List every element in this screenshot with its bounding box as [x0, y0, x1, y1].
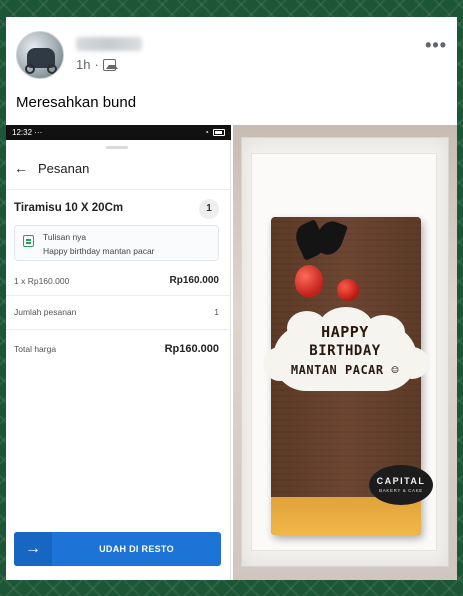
status-bar: 12:32 ··· ◔ — [6, 125, 231, 140]
chocolate-plaque: HAPPY BIRTHDAY MANTAN PACAR ☺ — [259, 307, 431, 397]
wifi-icon: ◔ — [204, 128, 209, 137]
photo-icon — [102, 58, 118, 71]
count-row: Jumlah pesanan 1 — [14, 307, 219, 317]
price-row: 1 x Rp160.000 Rp160.000 — [14, 275, 219, 286]
note-text: Happy birthday mantan pacar — [43, 246, 155, 256]
app-bar-title: Pesanan — [38, 160, 90, 176]
arrived-button[interactable]: → UDAH DI RESTO — [14, 532, 221, 566]
more-options-icon[interactable]: ••• — [425, 35, 447, 56]
price-value: Rp160.000 — [169, 275, 219, 286]
avatar-wheel — [25, 64, 35, 74]
status-time: 12:32 ··· — [12, 128, 43, 137]
plaque-line-3: MANTAN PACAR ☺ — [290, 363, 400, 377]
quantity-badge: 1 — [199, 199, 219, 219]
arrow-right-icon: → — [14, 532, 52, 566]
divider — [6, 189, 231, 190]
post-time[interactable]: 1h — [76, 57, 90, 72]
chocolate-decoration — [291, 217, 351, 261]
count-value: 1 — [214, 307, 219, 317]
app-bar: ← Pesanan — [14, 160, 89, 176]
post-card: 1h · ••• Meresahkan bund 12:32 ··· ◔ ← P… — [6, 17, 457, 580]
status-icons: ◔ — [204, 128, 225, 137]
strawberry — [295, 265, 323, 297]
note-icon — [23, 235, 34, 247]
strawberry — [337, 279, 359, 301]
item-title: Tiramisu 10 X 20Cm — [14, 202, 124, 214]
battery-icon — [213, 129, 225, 136]
count-label: Jumlah pesanan — [14, 307, 77, 317]
note-title: Tulisan nya — [43, 232, 87, 242]
price-label: 1 x Rp160.000 — [14, 275, 70, 286]
arrived-button-label: UDAH DI RESTO — [99, 544, 174, 554]
sheet-handle — [106, 146, 128, 149]
post-meta: 1h · — [76, 57, 118, 72]
total-label: Total harga — [14, 344, 57, 354]
cake-photo[interactable]: HAPPY BIRTHDAY MANTAN PACAR ☺ CAPITAL BA… — [233, 125, 457, 580]
post-header: 1h · ••• — [16, 31, 447, 81]
blurred-username[interactable] — [76, 37, 142, 51]
note-box: Tulisan nya Happy birthday mantan pacar — [14, 225, 219, 261]
meta-separator: · — [94, 57, 99, 72]
avatar-wheel — [47, 64, 57, 74]
back-arrow-icon: ← — [14, 160, 28, 176]
plaque-line-2: BIRTHDAY — [309, 343, 381, 359]
order-screenshot[interactable]: 12:32 ··· ◔ ← Pesanan Tiramisu 10 X 20Cm… — [6, 125, 231, 580]
post-caption: Meresahkan bund — [16, 94, 137, 111]
bakery-logo: CAPITAL BAKERY & CAKE — [369, 465, 433, 505]
total-value: Rp160.000 — [164, 343, 219, 355]
divider — [6, 295, 231, 296]
divider — [6, 329, 231, 330]
total-row: Total harga Rp160.000 — [14, 343, 219, 355]
plaque-line-1: HAPPY — [321, 323, 369, 341]
avatar[interactable] — [16, 31, 64, 79]
